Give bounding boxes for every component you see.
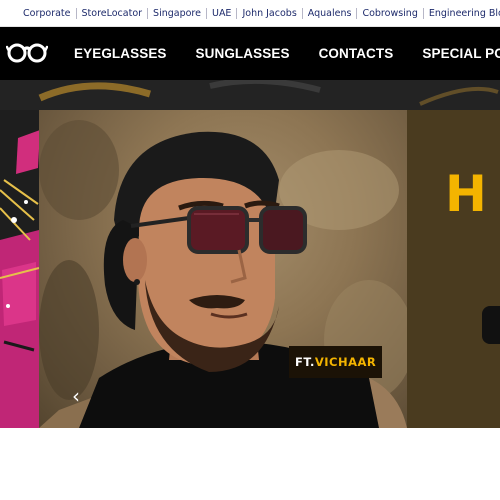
- top-utility-links: Corporate StoreLocator Singapore UAE Joh…: [0, 0, 500, 27]
- top-link-john-jacobs[interactable]: John Jacobs: [236, 7, 301, 19]
- top-link-uae[interactable]: UAE: [205, 7, 236, 19]
- nav-item-contacts[interactable]: CONTACTS: [319, 46, 394, 61]
- top-link-engineering-blog[interactable]: Engineering Blog: [422, 7, 500, 19]
- top-link-store-locator[interactable]: StoreLocator: [75, 7, 148, 19]
- nav-item-eyeglasses[interactable]: EYEGLASSES: [74, 46, 167, 61]
- hero-slide-next[interactable]: H: [407, 110, 500, 428]
- featuring-artist-tag: FT. VICHAAR: [289, 346, 383, 378]
- hero-banner-carousel[interactable]: FT. VICHAAR H: [0, 80, 500, 428]
- next-slide-button[interactable]: [482, 306, 500, 344]
- featuring-artist-name: VICHAAR: [314, 355, 377, 369]
- featuring-prefix: FT.: [295, 355, 315, 369]
- eyeglasses-logo-icon[interactable]: [6, 40, 48, 66]
- top-link-corporate[interactable]: Corporate: [18, 8, 76, 19]
- chevron-left-icon[interactable]: ‹: [72, 386, 86, 406]
- page-content-area: [0, 428, 500, 500]
- nav-item-sunglasses[interactable]: SUNGLASSES: [196, 46, 290, 61]
- hero-slide-main[interactable]: FT. VICHAAR: [39, 110, 407, 428]
- top-link-cobrowsing[interactable]: Cobrowsing: [356, 7, 422, 19]
- top-link-singapore[interactable]: Singapore: [147, 7, 206, 19]
- next-slide-heading: H: [445, 165, 487, 223]
- top-link-aqualens[interactable]: Aqualens: [301, 7, 357, 19]
- nav-item-special-power[interactable]: SPECIAL POWER: [422, 46, 500, 61]
- model-wearing-sunglasses-illustration: [39, 120, 407, 428]
- main-nav-bar: EYEGLASSES SUNGLASSES CONTACTS SPECIAL P…: [0, 27, 500, 80]
- nav-menu: EYEGLASSES SUNGLASSES CONTACTS SPECIAL P…: [74, 27, 500, 80]
